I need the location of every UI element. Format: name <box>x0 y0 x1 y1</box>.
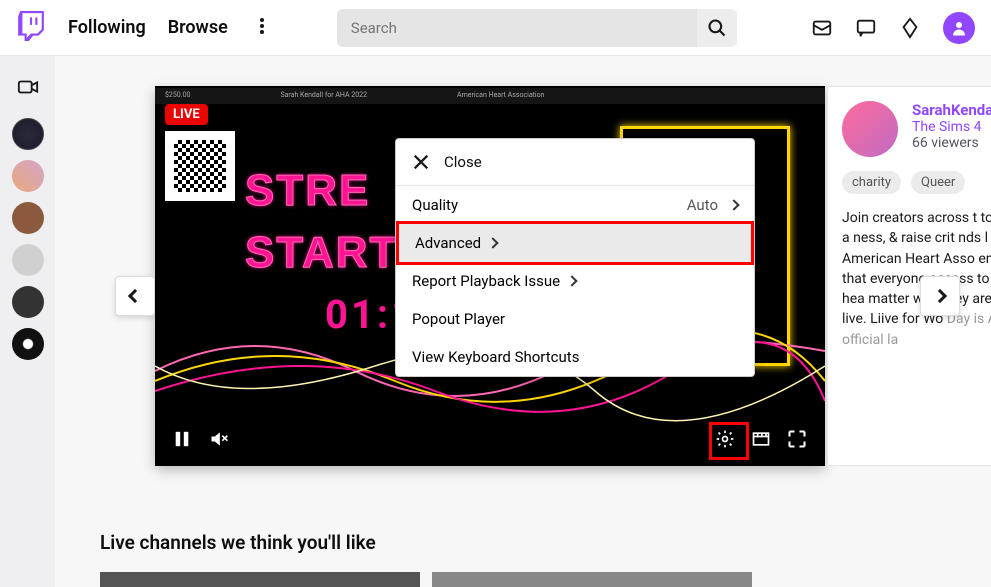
close-icon <box>412 153 430 171</box>
whispers-icon[interactable] <box>855 17 877 39</box>
stream-top-info: $250.00 Sarah Kendall for AHA 2022 Ameri… <box>155 88 825 104</box>
game-name[interactable]: The Sims 4 <box>912 119 991 135</box>
menu-shortcuts[interactable]: View Keyboard Shortcuts <box>396 338 754 376</box>
pause-icon[interactable] <box>173 429 193 449</box>
info-event: Sarah Kendall for AHA 2022 <box>280 91 367 101</box>
shortcuts-label: View Keyboard Shortcuts <box>412 348 579 366</box>
search-input[interactable] <box>337 9 697 47</box>
viewer-count: 66 viewers <box>912 135 991 151</box>
streamer-meta: SarahKenda The Sims 4 66 viewers <box>912 101 991 157</box>
sidebar-channel-4[interactable] <box>12 244 44 276</box>
stream-title-line2: START <box>245 228 398 278</box>
inbox-icon[interactable] <box>811 17 833 39</box>
settings-menu: Close Quality Auto Advanced Report Playb… <box>395 138 755 377</box>
carousel-next-button[interactable] <box>920 276 960 316</box>
sidebar-channel-3[interactable] <box>12 202 44 234</box>
twitch-logo[interactable] <box>16 11 46 45</box>
info-org: American Heart Association <box>457 91 544 101</box>
menu-advanced[interactable]: Advanced <box>396 221 754 265</box>
advanced-label: Advanced <box>415 234 481 252</box>
sidebar-channel-5[interactable] <box>12 286 44 318</box>
live-badge: LIVE <box>165 104 208 125</box>
sidebar-channel-6[interactable] <box>12 328 44 360</box>
main-content: $250.00 Sarah Kendall for AHA 2022 Ameri… <box>55 56 991 587</box>
menu-report[interactable]: Report Playback Issue <box>396 262 754 300</box>
qr-code <box>165 131 235 201</box>
chevron-left-icon <box>128 289 142 303</box>
fullscreen-icon[interactable] <box>787 429 807 449</box>
tags-row: charity Queer <box>842 171 991 194</box>
thumbnails-row <box>100 572 971 587</box>
stream-title-line1: STRE <box>245 166 370 216</box>
tag-charity[interactable]: charity <box>842 171 901 194</box>
controls-right <box>715 429 807 449</box>
streamer-name[interactable]: SarahKenda <box>912 101 991 119</box>
sidebar-channel-1[interactable] <box>12 118 44 150</box>
search-button[interactable] <box>697 9 737 47</box>
menu-quality[interactable]: Quality Auto <box>396 186 754 224</box>
close-label: Close <box>444 153 482 171</box>
video-player[interactable]: $250.00 Sarah Kendall for AHA 2022 Ameri… <box>155 86 825 466</box>
left-sidebar <box>0 56 55 587</box>
clip-icon[interactable] <box>751 429 771 449</box>
chevron-right-icon <box>933 289 947 303</box>
camera-icon[interactable] <box>17 76 39 98</box>
settings-icon[interactable] <box>715 429 735 449</box>
popout-label: Popout Player <box>412 310 505 328</box>
nav-right <box>811 12 975 44</box>
quality-value: Auto <box>687 196 718 214</box>
top-navigation: Following Browse <box>0 0 991 56</box>
recommendations-section: Live channels we think you'll like <box>100 531 971 587</box>
user-avatar-button[interactable] <box>943 12 975 44</box>
player-controls <box>155 424 825 454</box>
menu-close[interactable]: Close <box>396 139 754 186</box>
more-icon[interactable] <box>252 16 272 40</box>
quality-label: Quality <box>412 196 458 214</box>
chevron-right-icon <box>487 237 498 248</box>
sidebar-channel-2[interactable] <box>12 160 44 192</box>
streamer-header: SarahKenda The Sims 4 66 viewers <box>842 101 991 157</box>
section-title: Live channels we think you'll like <box>100 531 971 554</box>
info-amount: $250.00 <box>165 91 190 101</box>
stream-thumbnail-1[interactable] <box>100 572 420 587</box>
report-label: Report Playback Issue <box>412 272 560 290</box>
bits-icon[interactable] <box>899 17 921 39</box>
chevron-right-icon <box>566 275 577 286</box>
search-container <box>337 9 737 47</box>
carousel-prev-button[interactable] <box>115 276 155 316</box>
streamer-avatar[interactable] <box>842 101 898 157</box>
stream-info-panel: SarahKenda The Sims 4 66 viewers charity… <box>827 86 991 466</box>
stream-thumbnail-2[interactable] <box>432 572 752 587</box>
menu-popout[interactable]: Popout Player <box>396 300 754 338</box>
stream-description: Join creators across t to spread a ness,… <box>842 208 991 350</box>
browse-link[interactable]: Browse <box>168 17 228 38</box>
chevron-right-icon <box>728 199 739 210</box>
mute-icon[interactable] <box>209 429 229 449</box>
tag-queer[interactable]: Queer <box>911 171 965 194</box>
following-link[interactable]: Following <box>68 17 146 38</box>
